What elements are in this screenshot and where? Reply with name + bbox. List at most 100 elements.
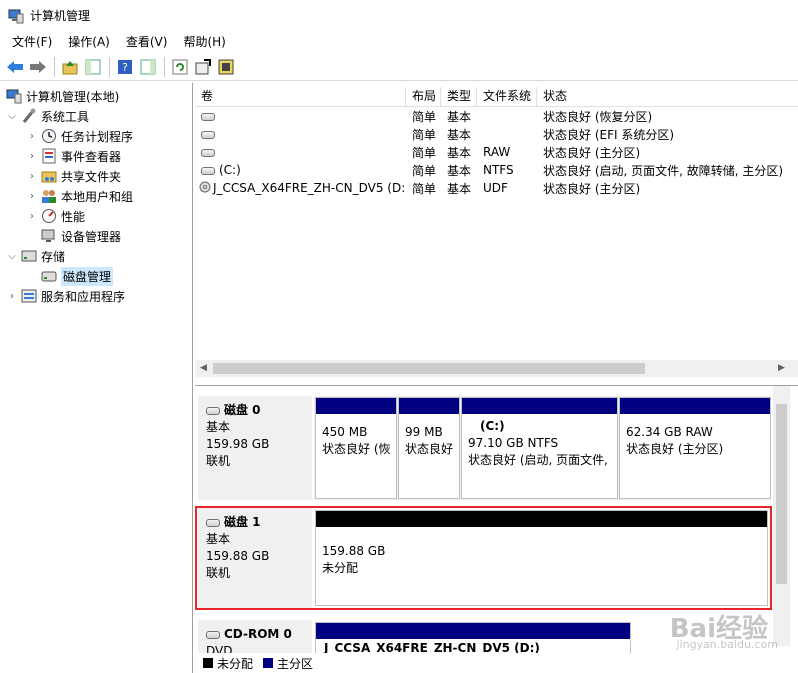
disk-name: 磁盘 1 xyxy=(224,515,261,529)
primary-swatch xyxy=(263,658,274,668)
chevron-right-icon[interactable]: › xyxy=(26,171,38,182)
properties-pane-icon[interactable] xyxy=(137,56,159,78)
tree-item-performance[interactable]: › 性能 xyxy=(26,206,85,226)
chevron-right-icon[interactable]: › xyxy=(26,211,38,222)
scroll-left-icon[interactable]: ◀ xyxy=(195,360,212,377)
column-filesystem[interactable]: 文件系统 xyxy=(477,87,537,106)
partition-efi[interactable]: 99 MB 状态良好 xyxy=(398,397,460,499)
tree-item-storage[interactable]: ⌵ 存储 xyxy=(6,246,65,266)
disk-1-info[interactable]: 磁盘 1 基本 159.88 GB 联机 xyxy=(198,508,312,608)
table-row[interactable]: 简单 基本 RAW 状态良好 (主分区) xyxy=(195,143,798,161)
show-hide-tree-icon[interactable] xyxy=(82,56,104,78)
column-layout[interactable]: 布局 xyxy=(406,87,441,106)
tools-icon xyxy=(21,108,37,124)
partition-size: 99 MB xyxy=(405,425,443,439)
partition-status: 状态良好 (恢 xyxy=(322,442,391,456)
tree-label: 事件查看器 xyxy=(61,149,122,164)
legend-label: 未分配 xyxy=(217,656,254,671)
chevron-right-icon[interactable]: › xyxy=(26,151,38,162)
disk-properties-icon[interactable] xyxy=(215,56,237,78)
tree-item-device-manager[interactable]: 设备管理器 xyxy=(41,226,121,246)
disk-kind: 基本 xyxy=(206,532,231,546)
partition-raw[interactable]: 62.34 GB RAW 状态良好 (主分区) xyxy=(619,397,771,499)
column-type[interactable]: 类型 xyxy=(441,87,477,106)
partition-status: 未分配 xyxy=(322,561,359,575)
tree-item-disk-management[interactable]: 磁盘管理 xyxy=(41,266,114,286)
tree-item-event-viewer[interactable]: › 事件查看器 xyxy=(26,146,121,166)
toolbar-separator xyxy=(164,56,165,77)
scrollbar-thumb[interactable] xyxy=(213,363,645,374)
chevron-right-icon[interactable]: › xyxy=(6,291,18,302)
help-icon[interactable]: ? xyxy=(114,56,136,78)
window-title: 计算机管理 xyxy=(30,9,91,23)
chevron-right-icon[interactable]: › xyxy=(26,131,38,142)
toolbar-separator xyxy=(54,56,55,77)
disk-state: 联机 xyxy=(206,566,231,580)
tree-label: 共享文件夹 xyxy=(61,169,122,184)
chevron-down-icon[interactable]: ⌵ xyxy=(6,111,18,122)
navigation-tree: 计算机管理(本地) ⌵ 系统工具 › 任务计划程序 › 事件查看器 › 共享文件… xyxy=(0,83,193,673)
scroll-right-icon[interactable]: ▶ xyxy=(773,360,790,377)
partition-status: 状态良好 (主分区) xyxy=(626,442,724,456)
volume-table-header: 卷 布局 类型 文件系统 状态 xyxy=(195,87,798,107)
tree-item-local-users[interactable]: › 本地用户和组 xyxy=(26,186,133,206)
tree-label: 存储 xyxy=(41,249,66,264)
legend-item: 主分区 xyxy=(263,655,313,672)
tree-label: 设备管理器 xyxy=(61,229,122,244)
cdrom-icon xyxy=(206,630,220,639)
volume-status: 状态良好 (主分区) xyxy=(543,181,641,196)
table-row[interactable]: 简单 基本 状态良好 (恢复分区) xyxy=(195,107,798,125)
disk-0-info[interactable]: 磁盘 0 基本 159.98 GB 联机 xyxy=(198,396,312,500)
partition-c[interactable]: (C:) 97.10 GB NTFS 状态良好 (启动, 页面文件, xyxy=(461,397,618,499)
volume-filesystem: NTFS xyxy=(483,163,514,177)
legend-item: 未分配 xyxy=(203,655,253,672)
column-volume[interactable]: 卷 xyxy=(195,87,406,106)
volume-layout: 简单 xyxy=(412,145,437,160)
table-row[interactable]: (C:) 简单 基本 NTFS 状态良好 (启动, 页面文件, 故障转储, 主分… xyxy=(195,161,798,179)
storage-icon xyxy=(21,248,37,264)
table-row[interactable]: 简单 基本 状态良好 (EFI 系统分区) xyxy=(195,125,798,143)
tree-label: 计算机管理(本地) xyxy=(26,89,120,104)
volume-status: 状态良好 (EFI 系统分区) xyxy=(543,127,675,142)
volume-icon xyxy=(201,166,215,175)
tree-label: 系统工具 xyxy=(41,109,90,124)
back-arrow-icon[interactable] xyxy=(4,56,26,78)
menu-help[interactable]: 帮助(H) xyxy=(175,31,233,53)
clock-icon xyxy=(41,128,57,144)
computer-management-icon xyxy=(8,8,24,24)
up-folder-icon[interactable] xyxy=(59,56,81,78)
menu-action[interactable]: 操作(A) xyxy=(60,31,118,53)
volume-filesystem: UDF xyxy=(483,181,508,195)
scrollbar-thumb[interactable] xyxy=(776,404,787,584)
device-manager-icon xyxy=(41,228,57,244)
vertical-scrollbar[interactable] xyxy=(773,386,790,646)
computer-management-icon xyxy=(6,88,22,104)
volume-filesystem: RAW xyxy=(483,145,511,159)
partition-size: 450 MB xyxy=(322,425,368,439)
partition-recovery[interactable]: 450 MB 状态良好 (恢 xyxy=(315,397,397,499)
tree-label: 任务计划程序 xyxy=(61,129,134,144)
tree-item-system-tools[interactable]: ⌵ 系统工具 xyxy=(6,106,89,126)
table-row[interactable]: J_CCSA_X64FRE_ZH-CN_DV5 (D:) 简单 基本 UDF 状… xyxy=(195,179,798,197)
partition-size: 159.88 GB xyxy=(322,544,386,558)
horizontal-scrollbar[interactable]: ◀ ▶ xyxy=(195,360,798,377)
chevron-down-icon[interactable]: ⌵ xyxy=(6,251,18,262)
legend-label: 主分区 xyxy=(277,656,314,671)
tree-item-services[interactable]: › 服务和应用程序 xyxy=(6,286,125,306)
tree-label: 服务和应用程序 xyxy=(41,289,126,304)
partition-unallocated[interactable]: 159.88 GB 未分配 xyxy=(315,510,768,606)
disk-icon xyxy=(206,518,220,527)
forward-arrow-icon[interactable] xyxy=(27,56,49,78)
menu-view[interactable]: 查看(V) xyxy=(118,31,176,53)
column-status[interactable]: 状态 xyxy=(537,87,798,106)
partition-size: 62.34 GB RAW xyxy=(626,425,713,439)
menu-file[interactable]: 文件(F) xyxy=(4,31,60,53)
tree-item-task-scheduler[interactable]: › 任务计划程序 xyxy=(26,126,133,146)
tree-item-shared-folders[interactable]: › 共享文件夹 xyxy=(26,166,121,186)
settings-icon[interactable] xyxy=(192,56,214,78)
partition-status: 状态良好 (启动, 页面文件, xyxy=(468,453,608,467)
tree-item-root[interactable]: 计算机管理(本地) xyxy=(6,86,119,106)
primary-bar xyxy=(399,398,459,414)
refresh-icon[interactable] xyxy=(169,56,191,78)
chevron-right-icon[interactable]: › xyxy=(26,191,38,202)
